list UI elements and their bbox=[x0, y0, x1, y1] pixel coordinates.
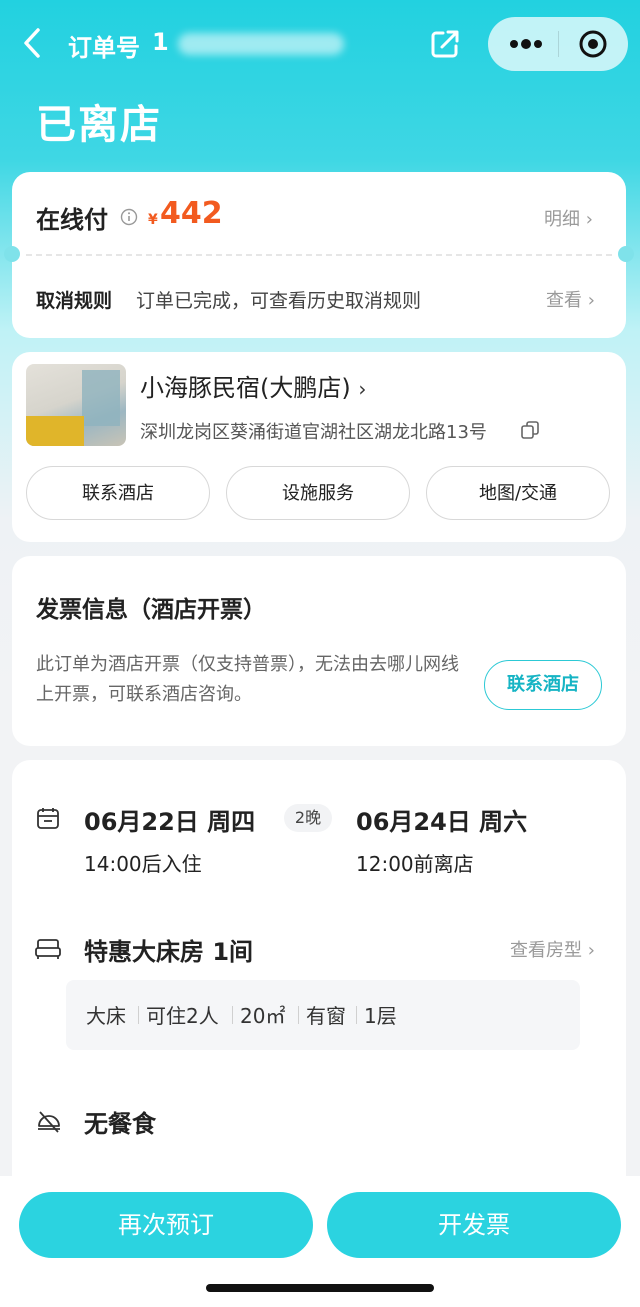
room-tag: 有窗 bbox=[306, 1004, 346, 1028]
dashed-divider bbox=[26, 254, 612, 256]
top-bar: 订单号 1 bbox=[0, 0, 640, 88]
capsule-divider bbox=[558, 31, 559, 57]
bed-icon bbox=[35, 939, 61, 959]
stay-card: 06月22日 周四 2晚 06月24日 周六 14:00后入住 12:00前离店… bbox=[12, 760, 626, 1200]
copy-icon[interactable] bbox=[520, 420, 540, 440]
cancel-policy-text: 订单已完成，可查看历史取消规则 bbox=[136, 290, 422, 312]
contact-hotel-button[interactable]: 联系酒店 bbox=[26, 466, 210, 520]
room-tags: 大床 可住2人 20㎡ 有窗 1层 bbox=[66, 980, 580, 1050]
back-icon[interactable] bbox=[18, 26, 48, 60]
issue-invoice-button[interactable]: 开发票 bbox=[327, 1192, 621, 1258]
bottom-action-bar: 再次预订 开发票 bbox=[0, 1176, 640, 1307]
order-number-value: 1 bbox=[152, 28, 169, 56]
order-number-blur bbox=[178, 33, 344, 55]
room-tag: 大床 bbox=[86, 1004, 126, 1028]
price-amount: 442 bbox=[160, 196, 223, 231]
order-status-title: 已离店 bbox=[36, 102, 162, 148]
invoice-card: 发票信息（酒店开票） 此订单为酒店开票（仅支持普票），无法由去哪儿网线上开票，可… bbox=[12, 556, 626, 746]
photo-window bbox=[82, 370, 120, 426]
mini-program-capsule bbox=[488, 17, 628, 71]
hotel-card: 小海豚民宿(大鹏店) › 深圳龙岗区葵涌街道官湖社区湖龙北路13号 联系酒店 设… bbox=[12, 352, 626, 542]
meal-info: 无餐食 bbox=[84, 1110, 156, 1138]
facilities-button[interactable]: 设施服务 bbox=[226, 466, 410, 520]
invoice-text: 此订单为酒店开票（仅支持普票），无法由去哪儿网线上开票，可联系酒店咨询。 bbox=[36, 654, 459, 705]
invoice-contact-hotel-button[interactable]: 联系酒店 bbox=[484, 660, 602, 710]
card-notch-left bbox=[4, 246, 20, 262]
tag-divider bbox=[138, 1006, 139, 1024]
checkin-time: 14:00后入住 bbox=[84, 852, 202, 876]
share-icon[interactable] bbox=[428, 27, 462, 61]
tag-divider bbox=[356, 1006, 357, 1024]
home-indicator bbox=[206, 1284, 434, 1292]
rebook-button[interactable]: 再次预订 bbox=[19, 1192, 313, 1258]
map-transport-button[interactable]: 地图/交通 bbox=[426, 466, 610, 520]
hotel-address: 深圳龙岗区葵涌街道官湖社区湖龙北路13号 bbox=[140, 422, 487, 443]
tag-divider bbox=[232, 1006, 233, 1024]
card-notch-right bbox=[618, 246, 634, 262]
close-target-icon[interactable] bbox=[578, 29, 608, 59]
room-tag: 可住2人 bbox=[146, 1004, 219, 1028]
price-currency: ¥ bbox=[148, 212, 158, 228]
checkout-time: 12:00前离店 bbox=[356, 852, 474, 876]
room-tag: 20㎡ bbox=[240, 1004, 286, 1028]
room-tag: 1层 bbox=[364, 1004, 397, 1028]
nights-badge: 2晚 bbox=[284, 804, 332, 832]
cancel-policy-view-link[interactable]: 查看 › bbox=[546, 286, 595, 312]
cancel-policy-title: 取消规则 bbox=[36, 290, 113, 312]
view-room-link[interactable]: 查看房型 › bbox=[510, 936, 595, 962]
more-icon[interactable] bbox=[508, 35, 544, 53]
price-detail-link[interactable]: 明细 › bbox=[544, 205, 593, 231]
photo-bed bbox=[26, 416, 84, 446]
no-meal-icon bbox=[38, 1111, 60, 1133]
checkin-date: 06月22日 周四 bbox=[84, 808, 256, 836]
checkout-date: 06月24日 周六 bbox=[356, 808, 528, 836]
order-number-label: 订单号 bbox=[68, 34, 140, 62]
calendar-icon bbox=[37, 808, 59, 829]
tag-divider bbox=[298, 1006, 299, 1024]
info-icon[interactable] bbox=[120, 208, 138, 226]
payment-title: 在线付 bbox=[36, 206, 108, 234]
room-type: 特惠大床房 1间 bbox=[84, 938, 254, 966]
payment-card: 在线付 ¥ 442 明细 › 取消规则 订单已完成，可查看历史取消规则 查看 › bbox=[4, 172, 634, 338]
hotel-name[interactable]: 小海豚民宿(大鹏店) › bbox=[140, 368, 366, 403]
hotel-photo[interactable] bbox=[26, 364, 126, 446]
invoice-title: 发票信息（酒店开票） bbox=[36, 597, 266, 623]
